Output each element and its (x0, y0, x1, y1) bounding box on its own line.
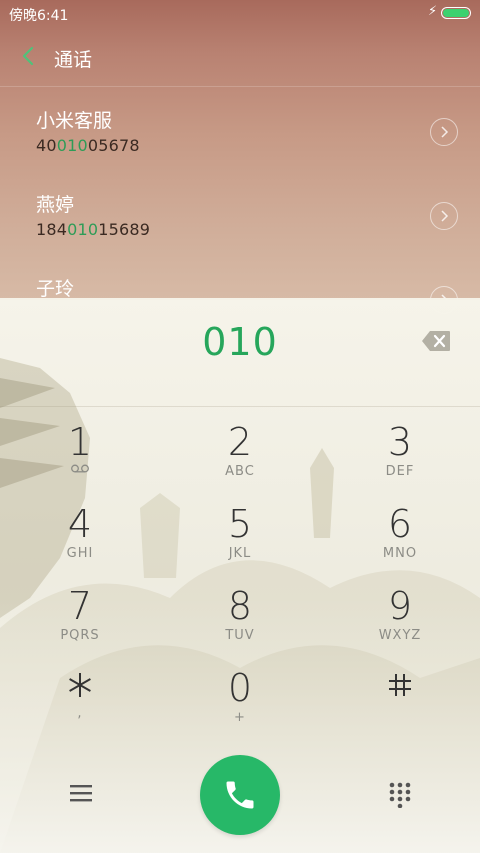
key-letters: , (77, 706, 83, 721)
backspace-icon[interactable] (421, 330, 451, 352)
key-hash[interactable] (320, 666, 480, 748)
contact-number: 18401015689 (36, 220, 151, 239)
contact-row[interactable]: 燕婷 18401015689 (0, 172, 480, 256)
key-9[interactable]: 9 WXYZ (320, 584, 480, 666)
chevron-right-icon (441, 210, 449, 222)
key-letters: WXYZ (378, 628, 422, 643)
contact-name: 子玲 (36, 278, 75, 300)
asterisk-icon (69, 673, 91, 697)
charging-icon: ⚡ (428, 4, 438, 19)
key-7[interactable]: 7 PQRS (0, 584, 160, 666)
phone-icon (226, 781, 254, 809)
contact-detail-button[interactable] (430, 118, 458, 146)
keypad-grid-icon[interactable] (389, 782, 411, 808)
key-letters: MNO (382, 546, 418, 561)
key-1[interactable]: 1 (0, 420, 160, 502)
key-digit: 9 (387, 584, 413, 628)
key-letters: DEF (385, 464, 415, 479)
key-2[interactable]: 2 ABC (160, 420, 320, 502)
key-letters: TUV (225, 628, 255, 643)
contact-name: 小米客服 (36, 110, 113, 132)
key-letters: GHI (66, 546, 94, 561)
call-button[interactable] (200, 755, 280, 835)
key-digit: 1 (67, 420, 93, 464)
hash-icon (389, 674, 411, 696)
key-digit: 3 (387, 420, 413, 464)
key-letters: JKL (228, 546, 252, 561)
menu-icon[interactable] (70, 784, 92, 802)
status-bar: 傍晚6:41 ⚡ (0, 0, 480, 28)
contact-name: 燕婷 (36, 194, 75, 216)
title-divider (0, 86, 480, 87)
number-match: 010 (56, 136, 88, 155)
key-6[interactable]: 6 MNO (320, 502, 480, 584)
contact-detail-button[interactable] (430, 202, 458, 230)
chevron-left-icon[interactable] (18, 44, 40, 68)
key-3[interactable]: 3 DEF (320, 420, 480, 502)
key-digit: 5 (227, 502, 253, 546)
key-digit: 0 (227, 666, 253, 710)
contact-number: 4001005678 (36, 136, 140, 155)
battery-icon (441, 7, 471, 19)
key-8[interactable]: 8 TUV (160, 584, 320, 666)
page-title: 通话 (54, 49, 93, 71)
key-letters: PQRS (60, 628, 100, 643)
key-digit: 2 (227, 420, 253, 464)
status-time: 傍晚6:41 (9, 8, 69, 24)
key-star[interactable]: , (0, 666, 160, 748)
key-5[interactable]: 5 JKL (160, 502, 320, 584)
number-match: 010 (67, 220, 99, 239)
battery-fill (443, 9, 469, 17)
key-letters: ABC (225, 464, 255, 479)
voicemail-icon (71, 464, 89, 473)
dialed-number[interactable]: 010 (0, 320, 480, 364)
key-digit: 6 (387, 502, 413, 546)
dialer-panel: 010 1 2 ABC 3 DEF 4 GHI 5 JKL 6 MNO 7 PQ… (0, 298, 480, 853)
key-0[interactable]: 0 + (160, 666, 320, 748)
key-letters: + (234, 710, 246, 725)
key-digit: 7 (67, 584, 93, 628)
key-digit: 4 (67, 502, 93, 546)
key-digit: 8 (227, 584, 253, 628)
contact-row[interactable]: 小米客服 4001005678 (0, 88, 480, 172)
title-bar: 通话 (0, 28, 480, 86)
key-4[interactable]: 4 GHI (0, 502, 160, 584)
input-divider (0, 406, 480, 407)
chevron-right-icon (441, 126, 449, 138)
